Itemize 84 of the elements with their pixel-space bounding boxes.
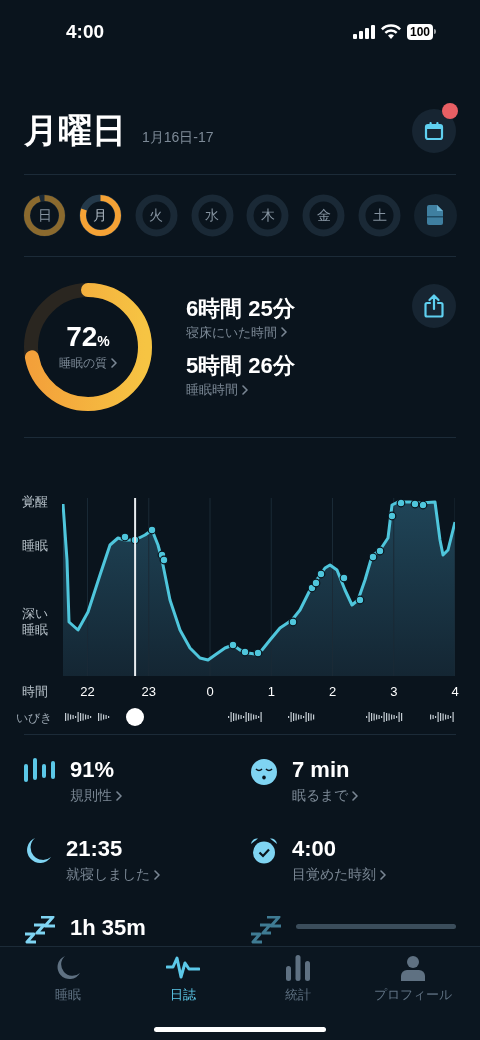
quality-link[interactable]: 睡眠の質	[59, 353, 117, 372]
chevron-icon	[116, 790, 122, 801]
stage-label: 睡眠	[22, 537, 49, 554]
sleepy-face-icon	[250, 758, 278, 786]
day-title: 月曜日	[24, 110, 126, 152]
data-point	[410, 499, 420, 509]
share-button[interactable]	[412, 284, 456, 329]
data-point	[228, 640, 238, 650]
alarm-clock-icon	[250, 837, 278, 865]
snore-label: いびき	[16, 710, 52, 725]
percent-unit: %	[97, 332, 110, 351]
hour-label: 1	[267, 682, 275, 701]
bar-chart-icon	[284, 955, 311, 981]
day-ring[interactable]: 土	[358, 193, 402, 237]
metric-value: 6時間 25分	[186, 294, 295, 323]
tab[interactable]: プロフィール	[357, 955, 468, 1005]
chevron-icon	[281, 327, 287, 338]
quality-value: 72	[66, 322, 98, 351]
stat-value: 1h 35m	[70, 914, 147, 942]
data-point	[288, 617, 298, 627]
data-point	[355, 595, 365, 605]
data-point	[339, 573, 349, 583]
tab[interactable]: 日誌	[127, 955, 238, 1005]
tab[interactable]: 睡眠	[12, 955, 123, 1005]
hour-label: 3	[390, 682, 398, 701]
stat-link[interactable]: 規則性	[70, 785, 122, 806]
stat-link[interactable]: 目覚めた時刻	[292, 864, 386, 885]
data-point	[311, 578, 321, 588]
chevron-icon	[111, 357, 117, 368]
chevron-icon	[154, 869, 160, 880]
stat-value: 4:00	[292, 835, 338, 863]
day-ring[interactable]: 木	[246, 193, 290, 237]
stage-label: 覚醒	[22, 493, 49, 510]
moon-icon	[24, 837, 52, 865]
axis-title: 時間	[21, 683, 49, 701]
playback-handle[interactable]	[126, 707, 145, 726]
zzz-icon	[24, 916, 56, 946]
data-point	[418, 500, 428, 510]
battery-level: 100	[406, 23, 433, 40]
status-time: 4:00	[66, 19, 105, 44]
chevron-icon	[380, 869, 386, 880]
date-range: 1月16日-17	[142, 128, 214, 148]
metric-link[interactable]: 睡眠時間	[186, 380, 248, 400]
hour-label: 22	[80, 682, 95, 701]
hour-label: 2	[328, 682, 337, 701]
day-ring[interactable]: 火	[134, 193, 178, 237]
data-point	[316, 569, 326, 579]
data-point	[396, 498, 406, 508]
hour-label: 4	[451, 682, 459, 701]
stat-value: 91%	[70, 756, 116, 784]
data-point	[147, 525, 157, 535]
person-icon	[399, 955, 426, 981]
day-ring[interactable]: 月	[78, 193, 122, 237]
day-ring[interactable]: 水	[190, 193, 234, 237]
hour-label: 23	[141, 682, 156, 701]
data-point	[368, 552, 378, 562]
share-icon	[424, 294, 444, 319]
data-point	[253, 648, 263, 658]
tab[interactable]: 統計	[242, 955, 353, 1005]
hour-label: 0	[206, 682, 214, 701]
day-ring[interactable]: 日	[23, 193, 66, 237]
stat-value: 7 min	[292, 756, 351, 784]
stat-link[interactable]: 眠るまで	[292, 785, 358, 806]
day-ring[interactable]: 金	[302, 193, 346, 237]
stat-link[interactable]: 就寝しました	[66, 864, 160, 885]
waveform-icon	[165, 955, 200, 981]
data-point	[375, 546, 385, 556]
calendar-button[interactable]	[412, 108, 456, 153]
metric-value: 5時間 26分	[186, 352, 295, 380]
document-icon	[427, 205, 444, 226]
stat-value: 21:35	[66, 835, 124, 863]
bars-icon	[24, 758, 56, 784]
zzz-icon	[250, 916, 282, 946]
data-point	[387, 511, 397, 521]
metric-link[interactable]: 寝床にいた時間	[186, 322, 287, 342]
data-point	[159, 555, 169, 565]
data-point	[120, 532, 130, 542]
chevron-icon	[242, 384, 248, 395]
data-point	[240, 647, 250, 657]
calendar-icon	[424, 120, 444, 141]
wifi-icon	[380, 24, 401, 40]
signal-icon	[352, 24, 375, 39]
chevron-icon	[352, 790, 358, 801]
stage-label: 深い睡眠	[22, 605, 49, 638]
